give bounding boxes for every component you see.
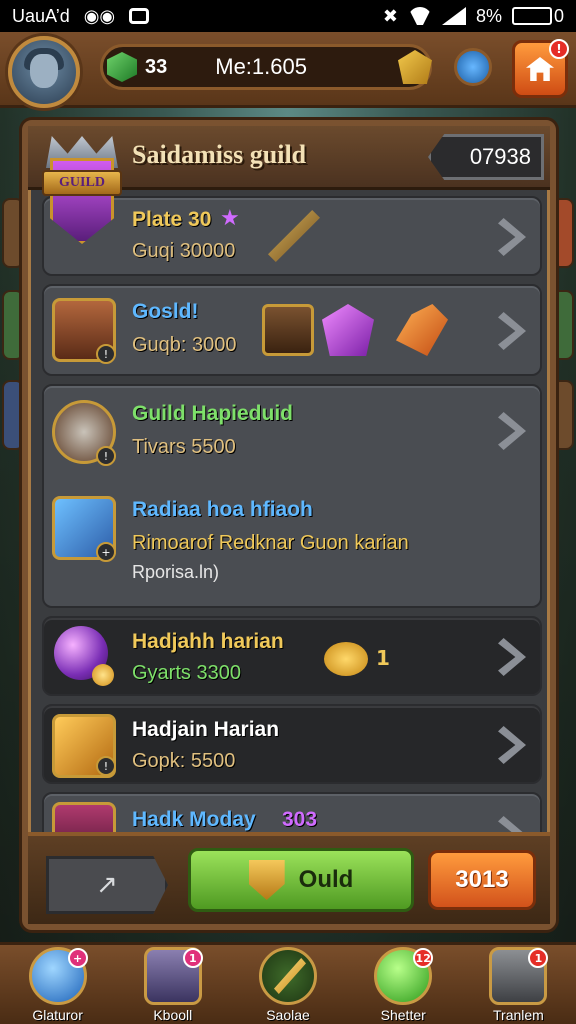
- gem-count: 33: [145, 55, 168, 78]
- guild-name: Gosld!: [132, 300, 199, 323]
- nav-badge: 1: [182, 948, 203, 968]
- purple-gem-icon: [322, 304, 374, 356]
- home-icon: [526, 57, 554, 81]
- avatar[interactable]: [8, 36, 80, 108]
- battery-icon: [511, 7, 552, 25]
- guild-id-value: 07938: [469, 144, 531, 169]
- wifi-icon: [408, 7, 432, 25]
- emblem-plate: GUILD: [42, 170, 122, 196]
- chevron-right-icon[interactable]: [498, 726, 526, 764]
- guild-name-suffix: 303: [282, 808, 318, 831]
- cost-label: 3013: [455, 866, 509, 893]
- guild-sub: Gyarts 3300: [132, 662, 241, 684]
- info-badge: !: [96, 344, 116, 364]
- nav-item[interactable]: 1 Kbooll: [115, 945, 230, 1024]
- home-badge: !: [549, 39, 569, 59]
- orange-crystal-icon: [396, 304, 448, 356]
- nav-badge: 12: [413, 948, 434, 968]
- home-button[interactable]: !: [512, 39, 569, 98]
- gear-icon: 1: [489, 947, 549, 1005]
- reward-count: 1: [376, 646, 390, 670]
- cost-button[interactable]: 3013: [428, 850, 536, 910]
- battery-suffix: 0: [553, 5, 564, 26]
- bottom-nav: + Glaturor 1 Kbooll Saolae 12 Shetter 1 …: [0, 942, 576, 1024]
- guild-sub: Rimoarof Redknar Guon karian: [132, 532, 409, 554]
- guild-sub: Guqi 30000: [132, 240, 236, 262]
- star-icon: ★: [220, 206, 240, 231]
- nav-label: Glaturor: [32, 1007, 83, 1023]
- left-edge-button[interactable]: [2, 198, 24, 268]
- nav-label: Tranlem: [493, 1007, 544, 1023]
- nav-badge: 1: [528, 948, 549, 968]
- mute-icon: ✖: [382, 5, 398, 26]
- green-orb-icon: 12: [374, 947, 434, 1005]
- action-bar: ↗ Ould 3013: [28, 832, 550, 924]
- binoculars-icon: ◉◉: [83, 5, 116, 26]
- arrow-icon: ↗: [96, 870, 118, 900]
- hammer-icon: [262, 304, 314, 356]
- guild-tower-icon: 1: [143, 947, 203, 1005]
- nav-item[interactable]: Saolae: [230, 945, 345, 1024]
- signal-icon: [441, 7, 466, 25]
- join-guild-button[interactable]: Ould: [188, 848, 414, 912]
- spear-icon: [268, 210, 320, 262]
- battery-percent: 8%: [475, 5, 502, 26]
- join-label: Ould: [298, 866, 354, 893]
- info-badge: !: [96, 446, 116, 466]
- left-edge-button[interactable]: [2, 290, 24, 360]
- golden-sword-icon: [259, 947, 317, 1005]
- blue-orb-icon: +: [28, 947, 88, 1005]
- guild-row[interactable]: Hadjahh harian Gyarts 3300 1: [42, 616, 542, 696]
- chevron-right-icon[interactable]: [498, 412, 526, 450]
- guild-extra: Rporisa.ln): [132, 562, 220, 582]
- info-badge: +: [96, 542, 116, 562]
- guild-name: Hadjain Harian: [132, 718, 280, 741]
- member-label: Me:1.605: [215, 54, 307, 79]
- guild-name: Plate 30: [132, 208, 212, 231]
- chevron-right-icon[interactable]: [498, 638, 526, 676]
- gold-orb-icon: [92, 664, 114, 686]
- blue-gem-icon[interactable]: [454, 48, 492, 86]
- nav-item[interactable]: 1 Tranlem: [461, 945, 576, 1024]
- guild-row[interactable]: ! Gosld! Guqb: 3000: [42, 284, 542, 376]
- guild-row[interactable]: ! Hadjain Harian Gopk: 5500: [42, 704, 542, 784]
- guild-name: Guild Hapieduid: [132, 402, 293, 425]
- guild-sub: Tivars 5500: [132, 436, 236, 458]
- nav-label: Kbooll: [153, 1007, 193, 1023]
- guild-row-group[interactable]: ! Guild Hapieduid Tivars 5500 + Radiaa h…: [42, 384, 542, 608]
- guild-name: Hadjahh harian: [132, 630, 284, 653]
- carrier-label: UauA’d: [12, 5, 70, 26]
- camera-icon: [129, 8, 150, 24]
- gold-coin-icon: [324, 642, 368, 676]
- nav-label: Shetter: [380, 1007, 426, 1023]
- panel-title: Saidamiss guild: [132, 140, 307, 169]
- green-gem-icon: [107, 52, 137, 82]
- guild-name: Hadk Moday: [132, 808, 256, 831]
- guild-sub: Gopk: 5500: [132, 750, 236, 772]
- guild-list[interactable]: Plate 30 ★ Guqi 30000 ! Gosld! Guqb: 300…: [42, 196, 542, 846]
- guild-sub: Guqb: 3000: [132, 334, 237, 356]
- nav-item[interactable]: + Glaturor: [0, 945, 115, 1024]
- avatar-face: [30, 54, 58, 88]
- sword-blade: [274, 958, 306, 994]
- resource-counter: 33 Me:1.605: [100, 44, 432, 90]
- nav-badge: +: [67, 948, 88, 968]
- nav-item[interactable]: 12 Shetter: [346, 945, 461, 1024]
- shield-icon: [248, 860, 285, 900]
- status-bar: UauA’d ◉◉ ✖ 8% 0: [0, 0, 576, 32]
- resource-bar: 33 Me:1.605 !: [0, 32, 576, 108]
- left-edge-button[interactable]: [2, 380, 24, 450]
- guild-name: Radiaa hoa hfiaoh: [132, 498, 313, 521]
- back-button[interactable]: ↗: [46, 856, 168, 914]
- guild-panel: Saidamiss guild 07938 GUILD Plate 30 ★ G…: [22, 120, 556, 930]
- guild-id-tag: 07938: [428, 134, 544, 180]
- guild-emblem: GUILD: [42, 136, 124, 254]
- chevron-right-icon[interactable]: [498, 312, 526, 350]
- chevron-right-icon[interactable]: [498, 218, 526, 256]
- info-badge: !: [96, 756, 116, 776]
- nav-label: Saolae: [266, 1007, 310, 1023]
